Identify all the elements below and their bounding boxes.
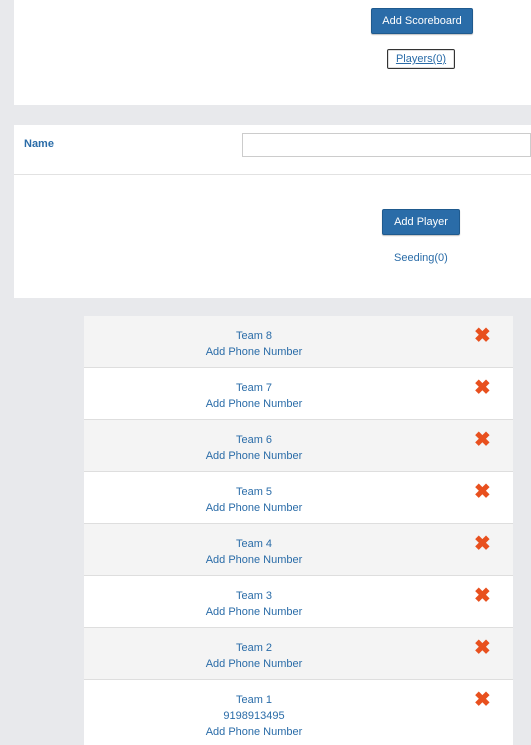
delete-icon[interactable]: ✖ [474,690,491,710]
form-divider [14,174,531,175]
name-label: Name [24,138,54,150]
delete-icon[interactable]: ✖ [474,482,491,502]
scoreboard-panel: Add Scoreboard Players(0) [14,0,531,105]
delete-icon[interactable]: ✖ [474,430,491,450]
team-row: Team 7 Add Phone Number ✖ [84,368,513,420]
add-player-form: Name Add Player Seeding(0) [14,125,531,298]
delete-icon[interactable]: ✖ [474,534,491,554]
team-row: Team 4 Add Phone Number ✖ [84,524,513,576]
team-row: Team 3 Add Phone Number ✖ [84,576,513,628]
team-row: Team 1 9198913495 Add Phone Number ✖ [84,680,513,745]
delete-icon[interactable]: ✖ [474,378,491,398]
team-row: Team 2 Add Phone Number ✖ [84,628,513,680]
add-phone-number-link[interactable]: Add Phone Number [84,552,424,568]
team-row: Team 5 Add Phone Number ✖ [84,472,513,524]
add-player-button[interactable]: Add Player [382,209,460,235]
team-name: Team 8 [235,330,273,342]
seeding-link[interactable]: Seeding(0) [394,252,448,264]
team-row: Team 8 Add Phone Number ✖ [84,316,513,368]
add-phone-number-link[interactable]: Add Phone Number [84,500,424,516]
team-name: Team 5 [235,486,273,498]
team-name: Team 6 [235,434,273,446]
name-input[interactable] [242,133,531,157]
add-phone-number-link[interactable]: Add Phone Number [84,656,424,672]
team-name: Team 2 [235,642,273,654]
add-phone-number-link[interactable]: Add Phone Number [84,604,424,620]
delete-icon[interactable]: ✖ [474,638,491,658]
add-phone-number-link[interactable]: Add Phone Number [84,344,424,360]
delete-icon[interactable]: ✖ [474,586,491,606]
add-phone-number-link[interactable]: Add Phone Number [84,724,424,740]
delete-icon[interactable]: ✖ [474,326,491,346]
team-name: Team 4 [235,538,273,550]
players-link[interactable]: Players(0) [387,49,455,69]
add-scoreboard-button[interactable]: Add Scoreboard [371,8,473,34]
phone-number: 9198913495 [223,710,285,722]
team-row: Team 6 Add Phone Number ✖ [84,420,513,472]
add-phone-number-link[interactable]: Add Phone Number [84,448,424,464]
team-name: Team 3 [235,590,273,602]
team-name: Team 7 [235,382,273,394]
add-phone-number-link[interactable]: Add Phone Number [84,396,424,412]
team-name: Team 1 [235,694,273,706]
team-list: Team 8 Add Phone Number ✖ Team 7 Add Pho… [84,316,513,745]
